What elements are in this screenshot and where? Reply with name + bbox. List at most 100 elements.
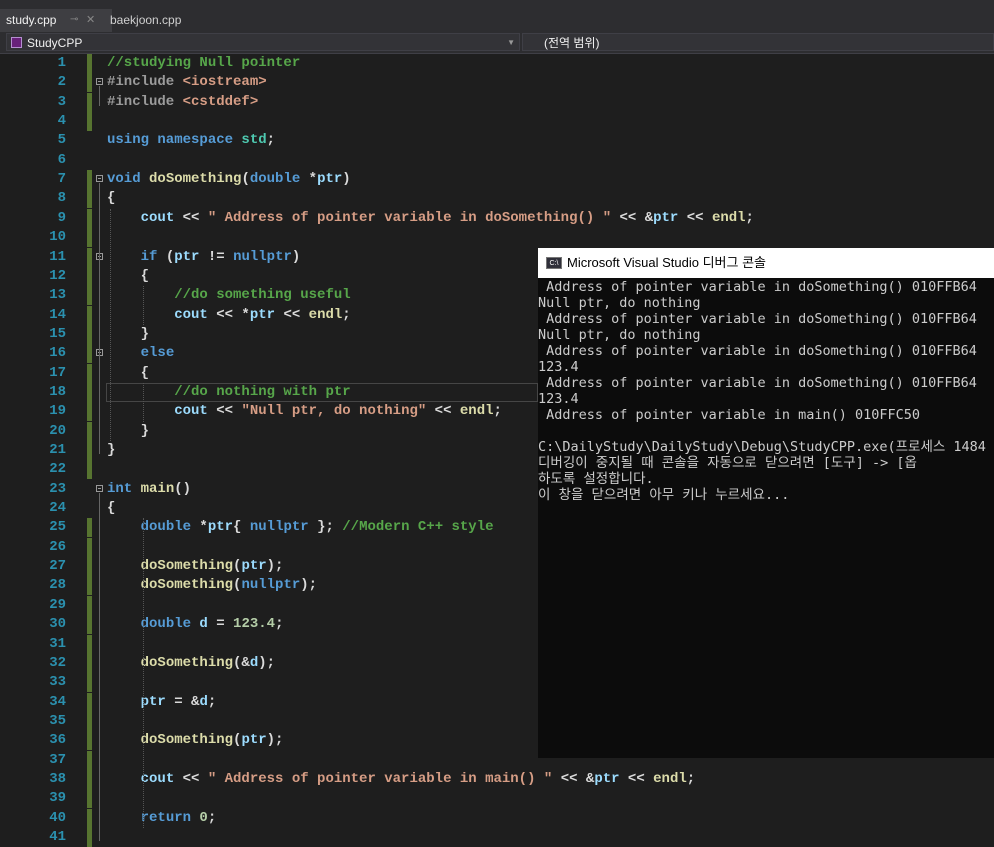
line-number: 3 [57, 93, 66, 110]
change-indicator [87, 344, 92, 364]
collapse-icon[interactable] [96, 175, 103, 183]
indent-guide [110, 208, 111, 441]
change-indicator [87, 537, 92, 557]
line-number: 30 [49, 616, 66, 633]
line-number: 19 [49, 403, 66, 420]
change-indicator [87, 692, 92, 712]
change-indicator [87, 460, 92, 480]
change-indicator [87, 305, 92, 325]
code-text: //studying Null pointer [107, 55, 301, 71]
code-text: { [107, 190, 116, 207]
line-number: 11 [49, 248, 66, 265]
change-indicator [87, 828, 92, 847]
change-indicator [87, 673, 92, 693]
line-number: 26 [49, 538, 66, 555]
console-line: Address of pointer variable in doSomethi… [538, 279, 977, 295]
change-indicator [87, 750, 92, 770]
code-line[interactable]: 41 [0, 828, 994, 847]
fold-connector [99, 86, 100, 106]
code-text: cout << " Address of pointer variable in… [140, 209, 754, 226]
collapse-icon[interactable] [96, 484, 103, 492]
line-number: 32 [49, 654, 66, 671]
line-number: 9 [57, 209, 66, 226]
close-icon[interactable]: ✕ [86, 9, 95, 31]
code-line[interactable]: 6 [0, 151, 994, 170]
line-number: 17 [49, 364, 66, 381]
code-line[interactable]: 4 [0, 112, 994, 132]
code-line[interactable]: 8{ [0, 189, 994, 209]
code-text: int main() [107, 480, 192, 497]
code-line[interactable]: 7 void doSomething(double *ptr) [0, 170, 994, 190]
change-indicator [87, 363, 92, 383]
code-line[interactable]: 39 [0, 789, 994, 809]
code-text: double *ptr{ nullptr }; //Modern C++ sty… [140, 519, 494, 536]
tab-baekjoon-cpp[interactable]: baekjoon.cpp [104, 9, 206, 32]
indent-guide [143, 286, 144, 325]
code-text: cout << "Null ptr, do nothing" << endl; [174, 403, 502, 420]
scope-dropdown[interactable]: (전역 범위) [522, 33, 994, 51]
line-number: 13 [49, 287, 66, 304]
console-output: Address of pointer variable in doSomethi… [538, 279, 994, 758]
debug-console-window[interactable]: C:\ Microsoft Visual Studio 디버그 콘솔 Addre… [538, 248, 994, 758]
code-text: ptr = &d; [140, 693, 217, 710]
code-line[interactable]: 40 return 0; [0, 808, 994, 828]
line-number: 4 [57, 113, 66, 130]
line-number: 2 [57, 74, 66, 91]
line-number: 35 [49, 712, 66, 729]
console-line: C:\DailyStudy\DailyStudy\Debug\StudyCPP.… [538, 439, 986, 455]
change-indicator [87, 421, 92, 441]
project-dropdown[interactable]: StudyCPP ▼ [6, 33, 520, 51]
code-line[interactable]: 3 #include <cstddef> [0, 92, 994, 112]
tab-label: study.cpp [6, 13, 57, 27]
console-line: Address of pointer variable in main() 01… [538, 407, 921, 423]
change-indicator [87, 595, 92, 615]
line-number: 16 [49, 345, 66, 362]
console-line: 디버깅이 중지될 때 콘솔을 자동으로 닫으려면 [도구] -> [옵 [538, 455, 917, 471]
code-line[interactable]: 38 cout << " Address of pointer variable… [0, 769, 994, 789]
line-number: 37 [49, 751, 66, 768]
scope-label: (전역 범위) [544, 36, 600, 50]
change-indicator [87, 324, 92, 344]
code-line[interactable]: 1 //studying Null pointer [0, 54, 994, 73]
change-indicator [87, 557, 92, 577]
line-number: 18 [49, 383, 66, 400]
code-text: #include <cstddef> [107, 93, 259, 110]
chevron-down-icon[interactable]: ▼ [507, 34, 515, 52]
collapse-icon[interactable] [96, 78, 103, 86]
line-number: 24 [49, 500, 66, 517]
navigation-bar: StudyCPP ▼ (전역 범위) [0, 32, 994, 54]
tab-study-cpp[interactable]: study.cpp ⊸ ✕ [0, 9, 112, 32]
code-text: { [107, 364, 150, 381]
change-indicator [87, 266, 92, 286]
pin-icon[interactable]: ⊸ [70, 9, 78, 31]
line-number: 21 [49, 442, 66, 458]
line-number: 33 [49, 674, 66, 691]
indent-guide [143, 382, 144, 422]
code-text: } [107, 442, 116, 458]
code-text: double d = 123.4; [140, 616, 284, 633]
console-title: Microsoft Visual Studio 디버그 콘솔 [567, 255, 767, 270]
line-number: 31 [49, 635, 66, 652]
fold-connector [99, 260, 100, 338]
code-line[interactable]: 5 using namespace std; [0, 131, 994, 150]
change-indicator [87, 208, 92, 228]
line-number: 28 [49, 577, 66, 594]
code-text: else [140, 345, 175, 362]
code-line[interactable]: 2 #include <iostream> [0, 73, 994, 93]
code-line[interactable]: 9 cout << " Address of pointer variable … [0, 208, 994, 228]
code-text: using namespace std; [107, 132, 276, 149]
change-indicator [87, 789, 92, 809]
line-number: 12 [49, 267, 66, 284]
change-indicator [87, 92, 92, 112]
change-indicator [87, 711, 92, 731]
code-text: { [107, 267, 150, 284]
code-text: doSomething(&d); [140, 654, 276, 671]
console-line: 123.4 [538, 359, 579, 375]
line-number: 39 [49, 790, 66, 807]
change-indicator [87, 286, 92, 306]
code-line[interactable]: 10 [0, 228, 994, 248]
console-title-bar[interactable]: C:\ Microsoft Visual Studio 디버그 콘솔 [538, 248, 994, 278]
change-indicator [87, 615, 92, 635]
code-text: } [107, 422, 150, 439]
